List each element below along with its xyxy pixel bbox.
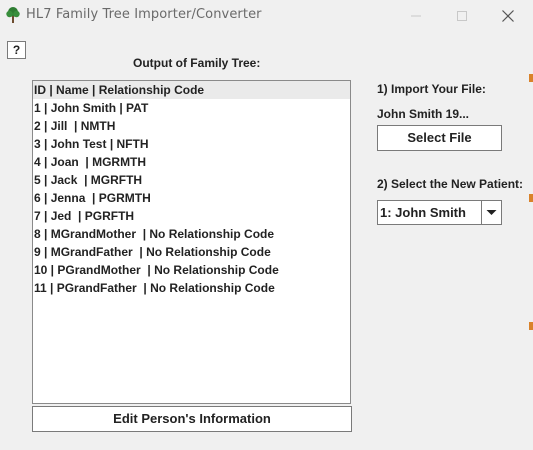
close-button[interactable] (485, 0, 531, 30)
list-item[interactable]: 1 | John Smith | PAT (33, 99, 350, 117)
edge-accent-mark (529, 322, 533, 330)
select-file-button[interactable]: Select File (377, 125, 502, 151)
output-label: Output of Family Tree: (133, 56, 261, 70)
minimize-icon (411, 15, 421, 17)
maximize-icon (457, 11, 467, 22)
maximize-button[interactable] (439, 0, 485, 30)
list-item[interactable]: 11 | PGrandFather | No Relationship Code (33, 279, 350, 297)
patient-dropdown[interactable]: 1: John Smith (377, 200, 502, 225)
import-label: 1) Import Your File: (377, 82, 486, 96)
list-item[interactable]: 7 | Jed | PGRFTH (33, 207, 350, 225)
edge-accent-mark (529, 74, 533, 82)
list-item[interactable]: 9 | MGrandFather | No Relationship Code (33, 243, 350, 261)
tree-icon (6, 7, 20, 23)
list-item[interactable]: 6 | Jenna | PGRMTH (33, 189, 350, 207)
edge-accent-mark (529, 194, 533, 202)
patient-selected-value: 1: John Smith (380, 205, 466, 220)
close-icon (502, 10, 514, 23)
window-title: HL7 Family Tree Importer/Converter (26, 7, 262, 22)
list-item[interactable]: 2 | Jill | NMTH (33, 117, 350, 135)
list-item[interactable]: 8 | MGrandMother | No Relationship Code (33, 225, 350, 243)
list-item[interactable]: 4 | Joan | MGRMTH (33, 153, 350, 171)
list-item[interactable]: 5 | Jack | MGRFTH (33, 171, 350, 189)
patient-label: 2) Select the New Patient: (377, 177, 524, 191)
help-button[interactable]: ? (7, 41, 26, 59)
chevron-down-icon (486, 210, 497, 215)
list-item[interactable]: 3 | John Test | NFTH (33, 135, 350, 153)
edit-person-button[interactable]: Edit Person's Information (32, 406, 352, 432)
title-bar[interactable]: HL7 Family Tree Importer/Converter (0, 0, 533, 30)
list-item[interactable]: 10 | PGrandMother | No Relationship Code (33, 261, 350, 279)
minimize-button[interactable] (393, 0, 439, 30)
list-header-row[interactable]: ID | Name | Relationship Code (33, 81, 350, 99)
selected-file-name: John Smith 19... (377, 107, 470, 121)
family-tree-list[interactable]: ID | Name | Relationship Code 1 | John S… (32, 80, 351, 404)
dropdown-arrow-button[interactable] (481, 201, 501, 224)
